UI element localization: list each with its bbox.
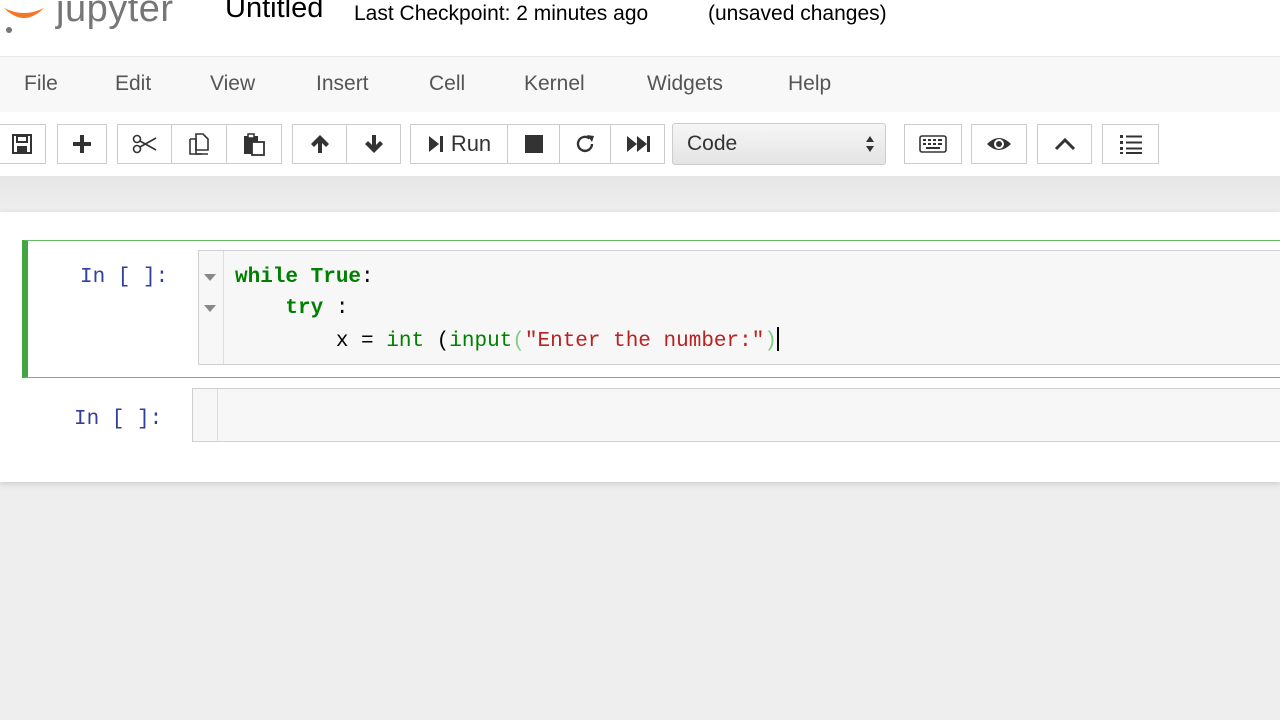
code-token: ( [512,330,525,353]
code-token: while [235,266,299,289]
code-token: input [449,330,513,353]
run-label: Run [450,131,492,156]
code-token: : [323,297,349,320]
stop-icon [524,135,543,153]
step-forward-icon [428,136,443,152]
checkpoint-status: Last Checkpoint: 2 minutes ago [354,2,649,25]
menu-insert[interactable]: Insert [316,72,369,96]
code-gutter [193,389,218,441]
arrow-up-icon [310,135,329,153]
cut-button[interactable] [117,124,172,164]
select-arrows-icon [866,136,874,152]
arrow-down-icon [364,135,383,153]
input-prompt: In [ ]: [80,266,169,289]
menu-file[interactable]: File [24,72,58,96]
code-token: ( [424,330,450,353]
paste-button[interactable] [226,124,282,164]
code-cell-selected[interactable]: In [ ]: while True: try : x = int (input… [22,240,1280,378]
chevron-up-icon [1054,137,1075,151]
fold-arrow-icon[interactable] [204,274,216,281]
cell-type-value: Code [687,132,738,155]
input-prompt: In [ ]: [74,408,163,431]
eye-icon [987,138,1011,150]
menu-help[interactable]: Help [788,72,831,96]
code-line: try : [235,297,348,320]
restart-button[interactable] [559,124,611,164]
copy-icon [189,133,209,155]
jupyter-logo-icon [4,8,44,33]
jupyter-logo[interactable] [0,0,50,36]
menu-view[interactable]: View [210,72,255,96]
text-cursor [776,327,779,351]
code-token: "Enter the number:" [524,330,765,353]
move-down-button[interactable] [346,124,401,164]
header: jupyter Untitled Last Checkpoint: 2 minu… [0,0,1280,56]
save-icon [12,134,32,154]
code-line: x = int (input("Enter the number:") [235,327,779,353]
code-token: ) [764,330,777,353]
toc-button[interactable] [1102,124,1159,164]
toolbar: Run [0,112,1280,176]
menu-cell[interactable]: Cell [429,72,465,96]
logo-text: jupyter [56,0,174,30]
fold-arrow-icon[interactable] [204,305,216,312]
run-all-button[interactable] [610,124,665,164]
notebook-container: In [ ]: while True: try : x = int (input… [0,212,1280,482]
autosave-status: (unsaved changes) [708,2,887,25]
menu-widgets[interactable]: Widgets [647,72,723,96]
run-button[interactable]: Run [410,124,508,164]
paste-icon [244,133,265,156]
restart-icon [576,135,594,153]
move-up-button[interactable] [292,124,347,164]
code-token: int [386,330,425,353]
code-line: while True: [235,266,374,289]
code-token: True [310,266,362,289]
cell-type-select[interactable]: Code [672,123,886,165]
keyboard-icon [919,135,947,153]
code-token: : [361,266,374,289]
code-cell[interactable]: In [ ]: [22,386,1280,442]
list-icon [1119,135,1142,154]
code-gutter [199,251,224,364]
fast-forward-icon [626,136,650,152]
scissors-icon [132,134,156,154]
insert-cell-button[interactable] [57,124,107,164]
code-token: try [285,297,324,320]
notebook-name[interactable]: Untitled [225,0,323,25]
interrupt-button[interactable] [507,124,560,164]
code-editor[interactable] [192,388,1280,442]
notebook-margin [0,176,1280,212]
command-palette-button[interactable] [904,124,962,164]
menu-kernel[interactable]: Kernel [524,72,585,96]
collapse-button[interactable] [1037,124,1092,164]
menu-edit[interactable]: Edit [115,72,151,96]
save-button[interactable] [0,124,46,164]
toggle-view-button[interactable] [971,124,1027,164]
plus-icon [73,135,91,153]
copy-button[interactable] [171,124,227,164]
menubar: File Edit View Insert Cell Kernel Widget… [0,56,1280,113]
code-editor[interactable]: while True: try : x = int (input("Enter … [198,250,1280,365]
code-token: x = [235,330,387,353]
